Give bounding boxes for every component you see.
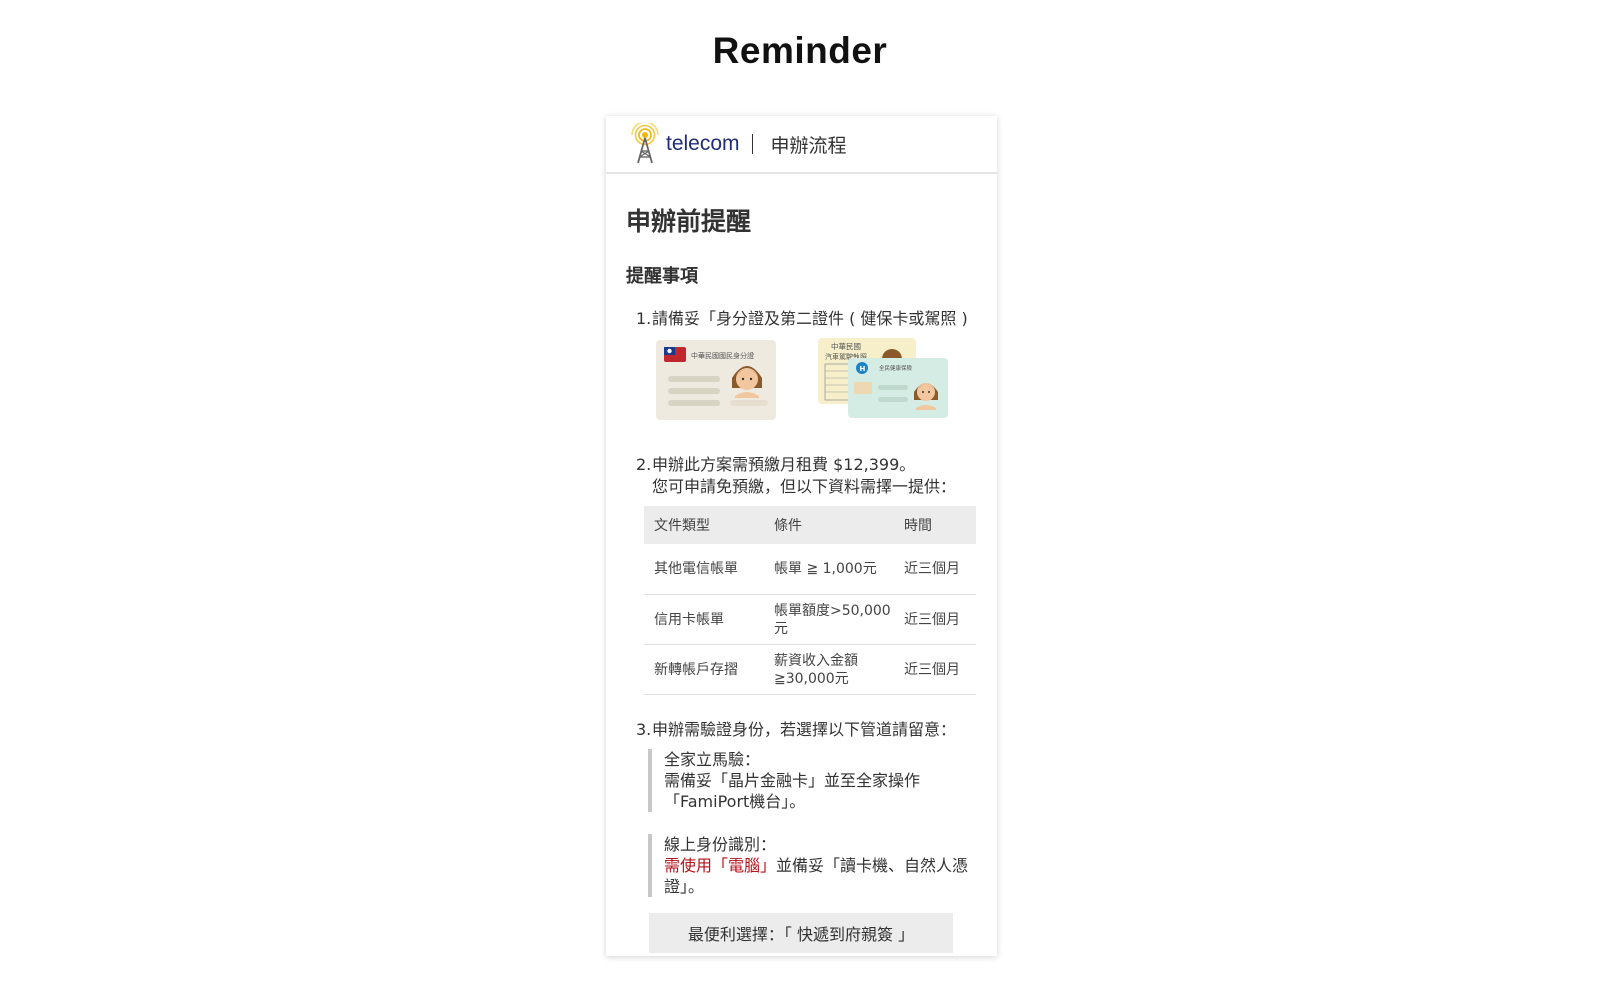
license-title-1: 中華民國 <box>831 341 861 351</box>
online-verification-note: 線上身份識別： 需使用「電腦」並備妥「讀卡機、自然人憑證」。 <box>648 834 977 897</box>
item-text-line-2: 您可申請免預繳，但以下資料需擇一提供： <box>652 477 957 496</box>
column-header-condition: 條件 <box>764 506 894 544</box>
note-title: 線上身份識別： <box>664 835 777 854</box>
reminder-item-3: 3. 申辦需驗證身份，若選擇以下管道請留意： <box>626 719 977 741</box>
id-documents-illustration: 中華民國國民身分證 中華民國 汽車駕駛執照 H 全民健康保險 <box>626 338 977 428</box>
table-row: 新轉帳戶存摺 薪資收入金額≧30,000元 近三個月 <box>644 644 976 695</box>
id-card-title: 中華民國國民身分證 <box>691 351 754 360</box>
page-title: Reminder <box>712 30 888 71</box>
table-header-row: 文件類型 條件 時間 <box>644 506 976 544</box>
item-number: 2. <box>636 455 652 474</box>
table-cell: 近三個月 <box>894 594 976 645</box>
document-requirements-table: 文件類型 條件 時間 其他電信帳單 帳單 ≧ 1,000元 近三個月 信用卡帳單… <box>644 506 976 695</box>
reminder-item-2: 2. 申辦此方案需預繳月租費 $12,399。 您可申請免預繳，但以下資料需擇一… <box>626 454 977 498</box>
health-card-title: 全民健康保險 <box>879 364 913 372</box>
column-header-type: 文件類型 <box>644 506 764 544</box>
table-cell: 近三個月 <box>894 544 976 595</box>
item-text: 請備妥「身分證及第二證件 ( 健保卡或駕照 ) <box>652 309 968 328</box>
table-cell: 新轉帳戶存摺 <box>644 644 764 695</box>
card-body: 申辦前提醒 提醒事項 1. 請備妥「身分證及第二證件 ( 健保卡或駕照 ) 中華… <box>606 202 997 953</box>
reminder-item-1: 1. 請備妥「身分證及第二證件 ( 健保卡或駕照 ) <box>626 308 977 330</box>
brand-name: telecom <box>666 132 740 155</box>
column-header-period: 時間 <box>894 506 976 544</box>
note-body: 需使用「電腦」並備妥「讀卡機、自然人憑證」。 <box>664 855 977 897</box>
table-cell: 帳單 ≧ 1,000元 <box>764 544 894 595</box>
note-title: 全家立馬驗： <box>664 750 761 769</box>
table-cell: 近三個月 <box>894 644 976 695</box>
antenna-tower-icon <box>631 123 659 164</box>
table-cell: 薪資收入金額≧30,000元 <box>764 644 894 695</box>
header-subtitle: 申辦流程 <box>770 134 847 157</box>
header-divider <box>751 134 753 154</box>
svg-text:H: H <box>860 365 866 373</box>
familymart-verification-note: 全家立馬驗： 需備妥「晶片金融卡」並至全家操作「FamiPort機台」。 <box>648 749 977 812</box>
table-cell: 帳單額度>50,000元 <box>764 594 894 645</box>
item-number: 1. <box>636 309 652 328</box>
id-card-illustration: 中華民國國民身分證 中華民國 汽車駕駛執照 H 全民健康保險 <box>656 338 948 420</box>
table-cell: 信用卡帳單 <box>644 594 764 645</box>
home-delivery-signing-button[interactable]: 最便利選擇：「 快遞到府親簽 」 <box>649 913 953 953</box>
item-text: 申辦需驗證身份，若選擇以下管道請留意： <box>652 720 957 739</box>
card-header: telecom 申辦流程 <box>606 116 997 174</box>
computer-required-highlight: 需使用「電腦」 <box>664 856 777 875</box>
reminder-subheading: 提醒事項 <box>626 266 698 287</box>
table-row: 信用卡帳單 帳單額度>50,000元 近三個月 <box>644 594 976 645</box>
table-row: 其他電信帳單 帳單 ≧ 1,000元 近三個月 <box>644 544 976 595</box>
application-card: telecom 申辦流程 申辦前提醒 提醒事項 1. 請備妥「身分證及第二證件 … <box>606 116 997 956</box>
table-cell: 其他電信帳單 <box>644 544 764 595</box>
section-heading: 申辦前提醒 <box>626 207 752 236</box>
item-text-line-1: 申辦此方案需預繳月租費 $12,399。 <box>652 455 916 474</box>
item-number: 3. <box>636 720 652 739</box>
note-body: 需備妥「晶片金融卡」並至全家操作「FamiPort機台」。 <box>664 771 921 811</box>
